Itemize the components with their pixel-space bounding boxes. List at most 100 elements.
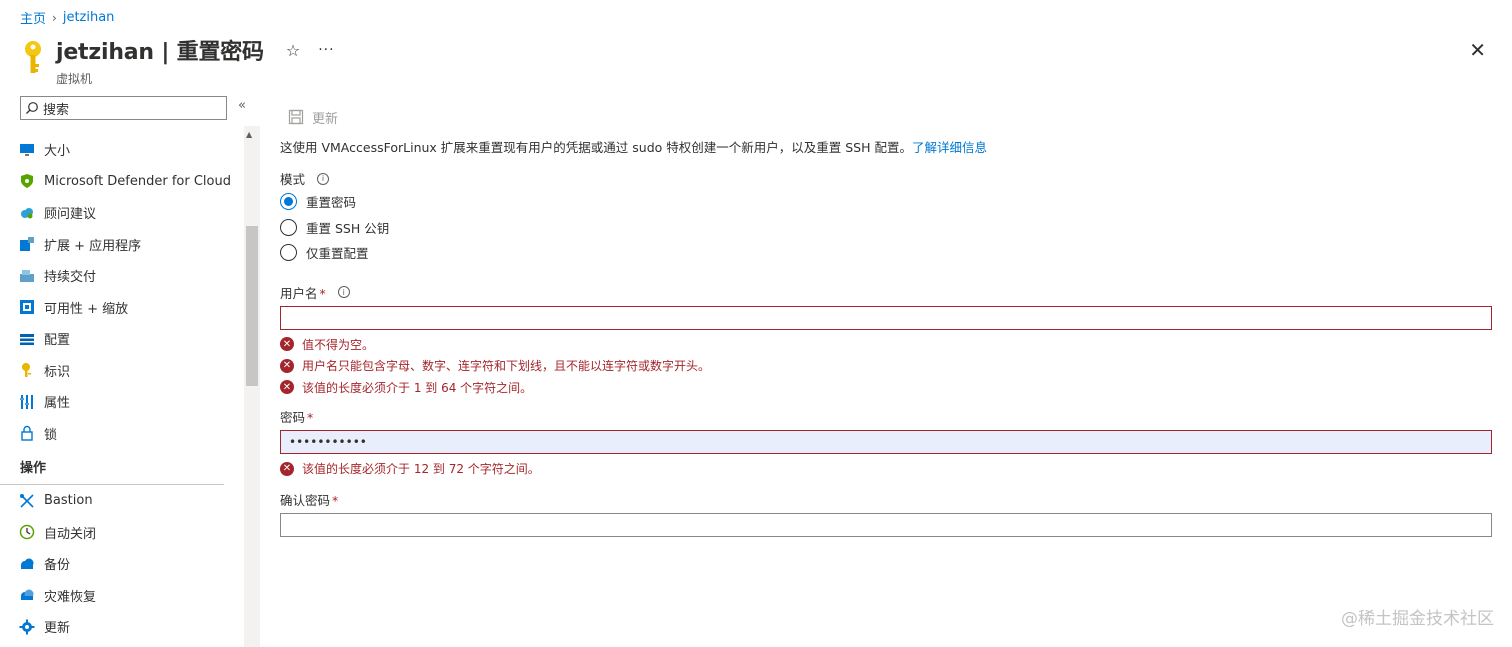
sidebar-scrollbar[interactable]: ▲ [244,126,260,647]
error-text: 该值的长度必须介于 12 到 72 个字符之间。 [302,462,540,477]
monitor-icon [19,142,35,158]
sidebar-item[interactable]: 锁 [0,418,244,450]
error-icon: ✕ [280,358,294,373]
sidebar-item[interactable]: 标识 [0,355,244,387]
gear-icon [19,619,35,635]
chevron-right-icon: › [52,10,57,25]
sidebar-item-label: 顾问建议 [44,207,97,223]
sidebar-item[interactable]: 大小 [0,134,244,166]
password-label-text: 密码 [280,410,306,425]
backup-icon [19,556,35,572]
required-marker: * [307,410,314,425]
sidebar-item[interactable]: 灾难恢复 [0,580,244,612]
bastion-icon [19,493,35,509]
learn-more-link[interactable]: 了解详细信息 [912,140,987,155]
sidebar-item[interactable]: 持续交付 [0,260,244,292]
description: 这使用 VMAccessForLinux 扩展来重置现有用户的凭据或通过 sud… [280,137,1492,156]
username-errors: ✕ 值不得为空。 ✕ 用户名只能包含字母、数字、连字符和下划线，且不能以连字符或数字开… [280,334,1492,399]
sidebar: 搜索 « 大小 Microsoft Defender for Cloud 顾问建议扩… [0,94,260,647]
sidebar-item-label: 锁 [44,427,58,443]
mode-label: 模式 i [280,169,1492,188]
extensions-icon [19,236,35,252]
update-button-label: 更新 [312,111,339,127]
more-icon[interactable]: ··· [318,42,334,58]
save-icon [288,109,304,125]
update-button[interactable]: 更新 [288,108,338,127]
page-title: jetzihan | 重置密码 [56,40,264,65]
search-input[interactable]: 搜索 [20,96,227,120]
sidebar-item-label: 更新 [44,621,71,637]
sidebar-item-label: 自动关闭 [44,526,97,542]
breadcrumb-home-link[interactable]: 主页 [20,8,46,27]
scroll-up-arrow-icon[interactable]: ▲ [246,130,252,139]
sidebar-item-label: 大小 [44,144,71,160]
scroll-thumb[interactable] [246,226,258,386]
sidebar-item[interactable]: 扩展 + 应用程序 [0,229,244,261]
nav-list: 大小 Microsoft Defender for Cloud 顾问建议扩展 + 应… [0,134,244,643]
sidebar-item-label: Microsoft Defender for Cloud [44,173,231,189]
collapse-sidebar-icon[interactable]: « [238,98,246,113]
error-message: ✕ 用户名只能包含字母、数字、连字符和下划线，且不能以连字符或数字开头。 [280,355,1492,377]
search-placeholder: 搜索 [43,102,70,118]
clock-icon [19,524,35,540]
error-icon: ✕ [280,337,294,352]
sidebar-item-label: 配置 [44,333,71,349]
username-label-text: 用户名 [280,285,318,301]
sidebar-item-label: 标识 [44,364,71,380]
lock-icon [19,425,35,441]
error-icon: ✕ [280,461,294,476]
mode-radio-option[interactable]: 重置密码 [280,189,1492,215]
radio-label: 重置 SSH 公钥 [306,220,390,236]
sidebar-item[interactable]: 更新 [0,611,244,643]
password-errors: ✕ 该值的长度必须介于 12 到 72 个字符之间。 [280,458,1492,480]
sidebar-item-label: 备份 [44,558,71,574]
required-marker: * [332,492,339,508]
error-message: ✕ 该值的长度必须介于 12 到 72 个字符之间。 [280,458,1492,480]
username-label: 用户名 * i [280,283,1492,302]
sidebar-item[interactable]: 顾问建议 [0,197,244,229]
sidebar-item-label: 灾难恢复 [44,589,97,605]
watermark: @稀土掘金技术社区 [1341,609,1494,629]
sidebar-item-label: 属性 [44,396,71,412]
sidebar-item[interactable]: Bastion [0,485,244,517]
main-content: 更新 这使用 VMAccessForLinux 扩展来重置现有用户的凭据或通过 … [280,106,1492,537]
username-field[interactable] [280,305,1492,330]
error-icon: ✕ [280,380,294,395]
confirm-label: 确认密码 * [280,490,1492,509]
username-group: 用户名 * i ✕ 值不得为空。 ✕ 用户名只能包含字母、数字、连字符和下划线，且不能以连… [280,283,1492,399]
radio-button[interactable] [280,218,297,236]
search-icon [26,102,38,114]
info-icon[interactable]: i [337,286,350,298]
error-text: 该值的长度必须介于 1 到 64 个字符之间。 [302,380,533,395]
mode-radio-option[interactable]: 重置 SSH 公钥 [280,215,1492,241]
mode-options: 重置密码重置 SSH 公钥 仅重置配置 [280,189,1492,266]
star-icon[interactable]: ☆ [286,41,300,60]
sidebar-item[interactable]: Microsoft Defender for Cloud [0,166,244,198]
error-text: 值不得为空。 [302,337,375,352]
info-icon[interactable]: i [317,172,330,185]
confirm-password-field[interactable] [280,512,1492,537]
key-icon [25,41,41,73]
close-icon[interactable]: ✕ [1469,38,1486,62]
mode-radio-option[interactable]: 仅重置配置 [280,240,1492,266]
breadcrumb: 主页 › jetzihan [20,8,114,27]
sidebar-item-label: 持续交付 [44,270,97,286]
shield-icon [19,173,35,189]
sidebar-item[interactable]: 备份 [0,548,244,580]
error-message: ✕ 值不得为空。 [280,334,1492,356]
sidebar-item-label: 可用性 + 缩放 [44,301,129,317]
sidebar-item[interactable]: 属性 [0,386,244,418]
page-header: jetzihan | 重置密码 ☆ ··· 虚拟机 [20,34,335,87]
confirm-label-text: 确认密码 [280,492,331,508]
sidebar-item[interactable]: 可用性 + 缩放 [0,292,244,324]
sidebar-item[interactable]: 自动关闭 [0,517,244,549]
password-field[interactable]: ••••••••••• [280,430,1492,454]
breadcrumb-current-link[interactable]: jetzihan [63,10,115,25]
radio-label: 仅重置配置 [306,246,369,262]
sidebar-item[interactable]: 配置 [0,323,244,355]
radio-button[interactable] [280,193,297,211]
radio-label: 重置密码 [306,195,357,211]
mode-label-text: 模式 [280,172,306,187]
password-group: 密码 * ••••••••••• ✕ 该值的长度必须介于 12 到 72 个字符之间… [280,407,1492,480]
radio-button[interactable] [280,244,297,262]
